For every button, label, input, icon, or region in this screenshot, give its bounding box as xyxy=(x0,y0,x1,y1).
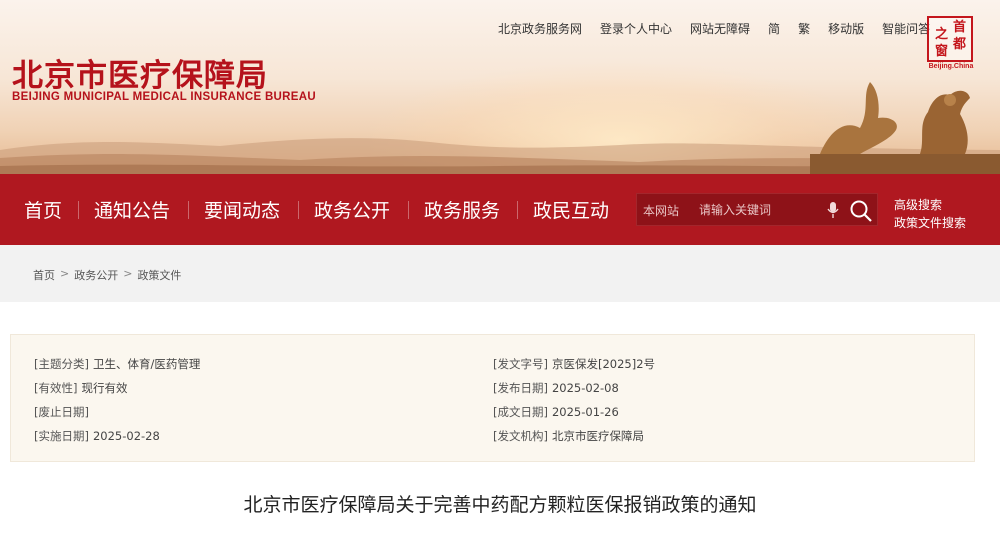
meta-label: [发文机构] xyxy=(493,429,548,443)
site-logo-cn[interactable]: 北京市医疗保障局 xyxy=(12,50,268,95)
header-banner: 北京市医疗保障局 BEIJING MUNICIPAL MEDICAL INSUR… xyxy=(0,0,1000,174)
meta-value: 北京市医疗保障局 xyxy=(551,429,644,443)
seal-caption: Beijing.China xyxy=(928,63,974,70)
search-icon[interactable] xyxy=(849,199,873,223)
nav-item-notices[interactable]: 通知公告 xyxy=(94,196,170,223)
seal-char: 都 xyxy=(953,37,967,52)
meta-label: [废止日期] xyxy=(34,405,89,419)
top-link-simplified[interactable]: 简 xyxy=(768,20,780,37)
meta-value: 2025-02-08 xyxy=(551,381,619,395)
meta-label: [发文字号] xyxy=(493,357,548,371)
meta-value: 卫生、体育/医药管理 xyxy=(92,357,201,371)
advanced-search-link[interactable]: 高级搜索 xyxy=(894,196,942,213)
meta-label: [发布日期] xyxy=(493,381,548,395)
seal-char: 首 xyxy=(953,20,967,35)
nav-item-interaction[interactable]: 政民互动 xyxy=(533,196,609,223)
meta-effective-date: [实施日期] 2025-02-28 xyxy=(34,428,160,444)
meta-abolish-date: [废止日期] xyxy=(34,404,93,420)
meta-label: [主题分类] xyxy=(34,357,89,371)
microphone-icon[interactable] xyxy=(827,201,839,219)
nav-item-home[interactable]: 首页 xyxy=(24,196,62,223)
top-link-login[interactable]: 登录个人中心 xyxy=(600,20,672,37)
document-meta-box: [主题分类] 卫生、体育/医药管理 [有效性] 现行有效 [废止日期] [实施日期]… xyxy=(10,334,975,462)
breadcrumb: 首页 > 政务公开 > 政策文件 xyxy=(33,267,181,283)
meta-value: 2025-01-26 xyxy=(551,405,619,419)
breadcrumb-bar: 首页 > 政务公开 > 政策文件 xyxy=(0,245,1000,302)
meta-label: [成文日期] xyxy=(493,405,548,419)
meta-written-date: [成文日期] 2025-01-26 xyxy=(493,404,619,420)
nav-divider xyxy=(517,201,518,219)
search-scope[interactable]: 本网站 xyxy=(643,202,679,219)
nav-item-gov-affairs[interactable]: 政务公开 xyxy=(314,196,390,223)
seal-char: 之 xyxy=(935,27,949,42)
search-box: 本网站 xyxy=(636,193,878,226)
breadcrumb-policy-docs[interactable]: 政策文件 xyxy=(137,267,181,283)
top-link-smart-qa[interactable]: 智能问答 xyxy=(882,20,930,37)
meta-label: [有效性] xyxy=(34,381,78,395)
top-link-accessibility[interactable]: 网站无障碍 xyxy=(690,20,750,37)
meta-doc-number: [发文字号] 京医保发[2025]2号 xyxy=(493,356,655,372)
top-link-mobile[interactable]: 移动版 xyxy=(828,20,864,37)
meta-label: [实施日期] xyxy=(34,429,89,443)
capital-window-seal-icon: 首 都 之 窗 xyxy=(927,16,973,62)
meta-issuing-agency: [发文机构] 北京市医疗保障局 xyxy=(493,428,644,444)
top-links: 北京政务服务网 登录个人中心 网站无障碍 简 繁 移动版 智能问答 xyxy=(498,20,930,37)
bronze-statues-icon xyxy=(810,82,1000,174)
nav-divider xyxy=(408,201,409,219)
meta-value: 2025-02-28 xyxy=(92,429,160,443)
main-nav: 首页 通知公告 要闻动态 政务公开 政务服务 政民互动 本网站 高级搜索 政策文… xyxy=(0,174,1000,245)
nav-divider xyxy=(188,201,189,219)
seal-char: 窗 xyxy=(935,44,949,59)
site-logo-en: BEIJING MUNICIPAL MEDICAL INSURANCE BURE… xyxy=(12,91,316,103)
capital-window-logo[interactable]: 首 都 之 窗 Beijing.China xyxy=(927,16,975,72)
nav-item-gov-services[interactable]: 政务服务 xyxy=(424,196,500,223)
top-link-traditional[interactable]: 繁 xyxy=(798,20,810,37)
nav-divider xyxy=(298,201,299,219)
nav-item-news[interactable]: 要闻动态 xyxy=(204,196,280,223)
breadcrumb-home[interactable]: 首页 xyxy=(33,267,55,283)
breadcrumb-gov-affairs[interactable]: 政务公开 xyxy=(74,267,118,283)
meta-topic: [主题分类] 卫生、体育/医药管理 xyxy=(34,356,200,372)
meta-value: 现行有效 xyxy=(81,381,128,395)
breadcrumb-separator: > xyxy=(60,267,70,280)
search-input[interactable] xyxy=(699,198,823,222)
policy-search-link[interactable]: 政策文件搜索 xyxy=(894,214,966,231)
nav-divider xyxy=(78,201,79,219)
meta-validity: [有效性] 现行有效 xyxy=(34,380,127,396)
top-link-gov-service[interactable]: 北京政务服务网 xyxy=(498,20,582,37)
meta-value: 京医保发[2025]2号 xyxy=(551,357,656,371)
breadcrumb-separator: > xyxy=(123,267,133,280)
meta-publish-date: [发布日期] 2025-02-08 xyxy=(493,380,619,396)
article-title: 北京市医疗保障局关于完善中药配方颗粒医保报销政策的通知 xyxy=(243,494,757,516)
